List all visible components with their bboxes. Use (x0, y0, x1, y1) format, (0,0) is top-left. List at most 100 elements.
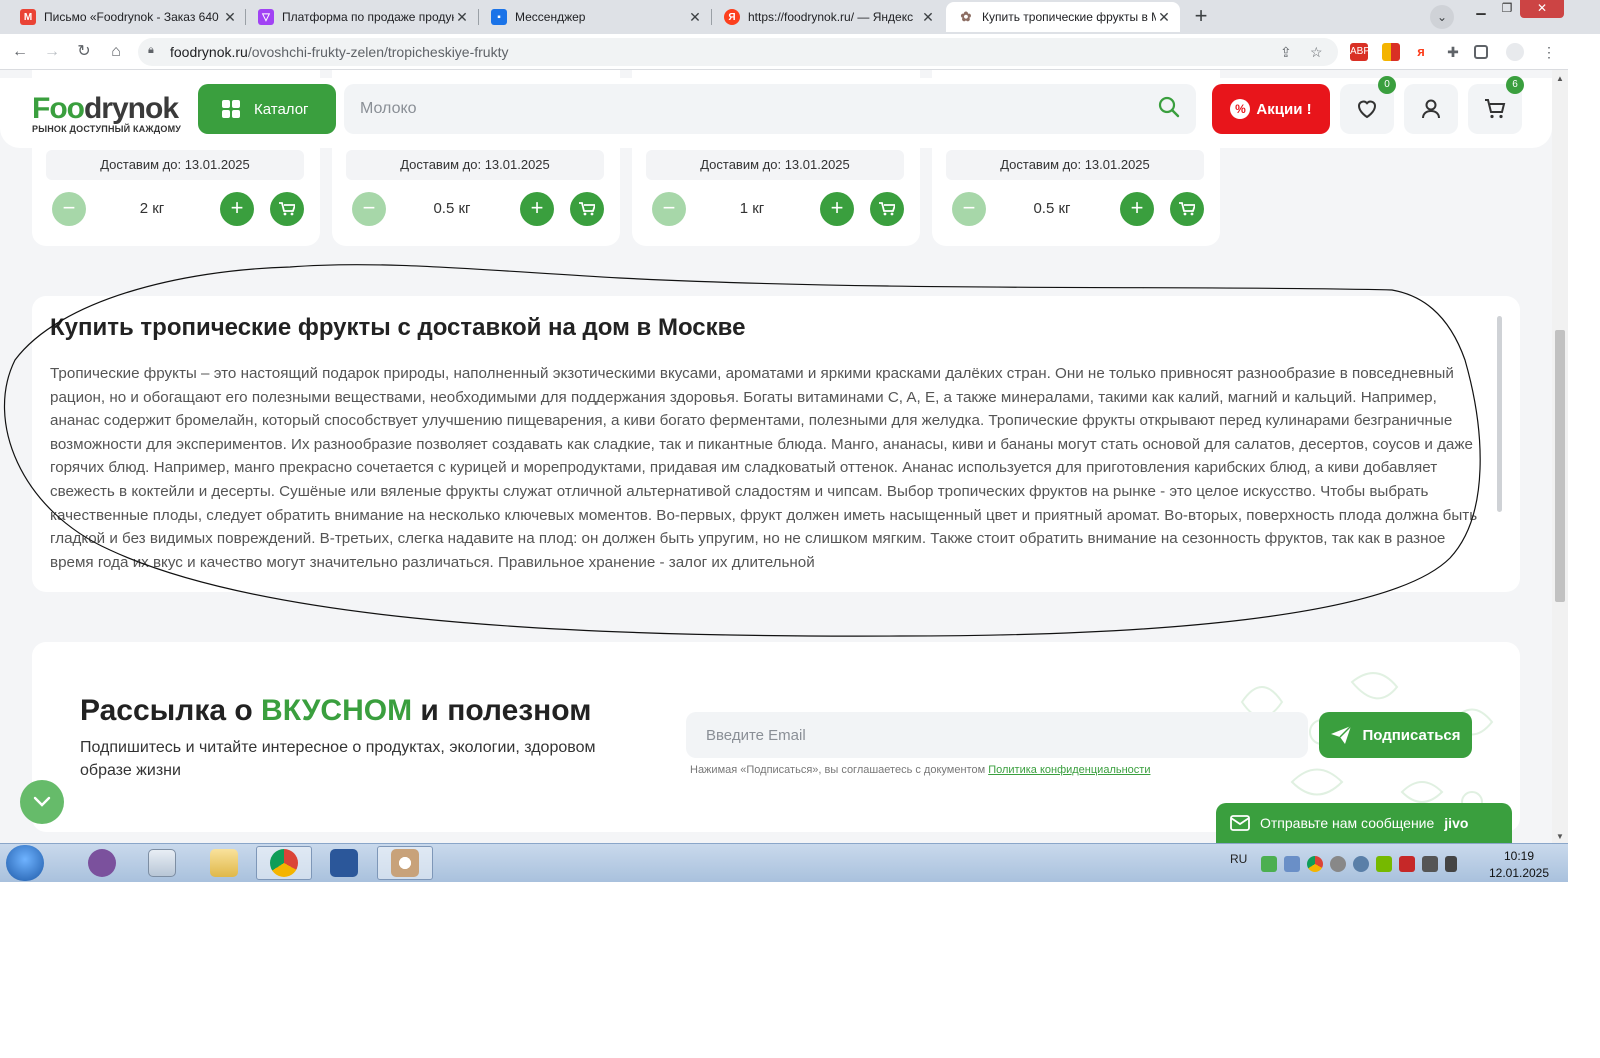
search-input[interactable]: Молоко (344, 84, 1196, 134)
tab-title: Купить тропические фрукты в М (982, 10, 1156, 24)
add-to-cart-button[interactable] (270, 192, 304, 226)
decrease-button[interactable]: − (952, 192, 986, 226)
extension-icon[interactable] (1382, 43, 1400, 61)
chrome-taskbar-icon[interactable] (256, 846, 312, 880)
clock[interactable]: 10:19 12.01.2025 (1484, 848, 1554, 882)
decrease-button[interactable]: − (652, 192, 686, 226)
yandex-extension-icon[interactable]: я (1412, 43, 1430, 61)
viber-taskbar-icon[interactable] (74, 846, 130, 880)
increase-button[interactable]: + (220, 192, 254, 226)
nvidia-icon[interactable] (1376, 855, 1393, 872)
increase-button[interactable]: + (820, 192, 854, 226)
decrease-button[interactable]: − (52, 192, 86, 226)
explorer-taskbar-icon[interactable] (196, 846, 252, 880)
favorites-button[interactable]: 0 (1340, 76, 1396, 134)
network-icon[interactable] (1353, 855, 1370, 872)
catalog-button[interactable]: Каталог (198, 84, 336, 134)
tray-icon[interactable] (1261, 855, 1278, 872)
tab-foodrynok[interactable]: ✿ Купить тропические фрукты в М ✕ (946, 2, 1180, 32)
page-scrollbar[interactable]: ▲ ▼ (1552, 70, 1568, 843)
chrome-tray-icon[interactable] (1307, 855, 1324, 872)
email-field[interactable] (686, 712, 1308, 758)
tab-gmail[interactable]: M Письмо «Foodrynok - Заказ 640 ✕ (8, 2, 246, 32)
add-to-cart-button[interactable] (1170, 192, 1204, 226)
new-tab-button[interactable]: + (1188, 4, 1214, 30)
close-icon[interactable]: ✕ (222, 9, 238, 25)
tray-icon[interactable] (1422, 855, 1439, 872)
newsletter-title: Рассылка о ВКУСНОМ и полезном (80, 694, 591, 728)
cart-icon (1485, 99, 1506, 119)
chat-widget-button[interactable]: Отправьте нам сообщение jivo (1216, 803, 1512, 843)
tray-icon[interactable] (1399, 855, 1416, 872)
back-icon[interactable]: ← (8, 40, 32, 64)
share-icon[interactable]: ⇪ (1280, 44, 1292, 61)
newsletter-title-part: Рассылка о (80, 694, 262, 727)
bookmark-star-icon[interactable]: ☆ (1310, 44, 1323, 61)
privacy-policy-link[interactable]: Политика конфиденциальности (988, 764, 1150, 776)
scroll-down-arrow-icon[interactable]: ▼ (1556, 832, 1564, 841)
cart-badge: 6 (1506, 76, 1524, 94)
scroll-down-button[interactable] (20, 780, 64, 824)
close-icon[interactable]: ✕ (1156, 9, 1172, 25)
quantity-value: 2 кг (139, 200, 165, 217)
start-button[interactable] (6, 845, 44, 881)
close-icon[interactable]: ✕ (687, 9, 703, 25)
seo-scrollbar[interactable] (1497, 316, 1502, 512)
paint-taskbar-icon[interactable] (377, 846, 433, 880)
subscribe-label: Подписаться (1362, 726, 1461, 744)
volume-icon[interactable] (1445, 855, 1458, 872)
cart-icon (1179, 202, 1197, 216)
tab-title: Письмо «Foodrynok - Заказ 640 (44, 10, 219, 24)
sidepanel-icon[interactable] (1474, 45, 1488, 59)
word-taskbar-icon[interactable] (316, 846, 372, 880)
adblock-extension-icon[interactable]: ABP (1350, 43, 1370, 61)
promo-label: Акции ! (1256, 100, 1312, 118)
window-close-button[interactable]: ✕ (1520, 0, 1564, 18)
decrease-button[interactable]: − (352, 192, 386, 226)
language-indicator[interactable]: RU (1230, 852, 1247, 866)
forward-icon[interactable]: → (40, 40, 64, 64)
home-icon[interactable]: ⌂ (104, 40, 128, 64)
scroll-up-arrow-icon[interactable]: ▲ (1556, 74, 1564, 83)
tab-yandex[interactable]: Я https://foodrynok.ru/ — Яндекс ✕ (712, 2, 944, 32)
close-icon[interactable]: ✕ (920, 9, 936, 25)
add-to-cart-button[interactable] (570, 192, 604, 226)
percent-icon: % (1230, 99, 1251, 119)
puzzle-icon[interactable]: ✚ (1444, 43, 1462, 61)
calculator-taskbar-icon[interactable] (134, 846, 190, 880)
tab-platform[interactable]: ▽ Платформа по продаже продук ✕ (246, 2, 478, 32)
minimize-button[interactable]: ▁ (1468, 0, 1494, 18)
account-button[interactable] (1404, 84, 1458, 134)
delivery-date: Доставим до: 13.01.2025 (46, 150, 304, 180)
grid-icon (222, 100, 240, 118)
tab-title: https://foodrynok.ru/ — Яндекс (748, 10, 914, 24)
tab-messenger[interactable]: ▪ Мессенджер ✕ (479, 2, 711, 32)
subscribe-button[interactable]: Подписаться (1319, 712, 1472, 758)
promo-button[interactable]: % Акции ! (1212, 84, 1330, 134)
chat-label: Отправьте нам сообщение (1260, 815, 1435, 831)
site-logo[interactable]: Foodrynok РЫНОК ДОСТУПНЫЙ КАЖДОМУ (32, 92, 181, 134)
search-placeholder: Молоко (360, 100, 417, 117)
search-icon[interactable] (1158, 96, 1180, 118)
browser-tab-bar: M Письмо «Foodrynok - Заказ 640 ✕ ▽ Плат… (0, 0, 1600, 34)
increase-button[interactable]: + (1120, 192, 1154, 226)
tray-icon[interactable] (1284, 855, 1301, 872)
url-host: foodrynok.ru (170, 44, 248, 60)
address-bar[interactable]: 🔒︎ foodrynok.ru/ovoshchi-frukty-zelen/tr… (138, 38, 1338, 66)
increase-button[interactable]: + (520, 192, 554, 226)
newsletter-subtitle: Подпишитесь и читайте интересное о проду… (80, 739, 596, 779)
menu-dots-icon[interactable]: ⋮ (1540, 43, 1558, 61)
logo-f: F (32, 92, 50, 125)
cart-button[interactable]: 6 (1468, 76, 1524, 134)
profile-avatar[interactable] (1506, 43, 1524, 61)
windows-taskbar: RU 10:19 12.01.2025 (0, 843, 1568, 882)
logo-rest: drynok (83, 92, 179, 125)
tab-search-icon[interactable]: ⌄ (1430, 5, 1454, 29)
restore-button[interactable]: ❐ (1494, 0, 1520, 18)
quantity-value: 0.5 кг (433, 200, 471, 217)
scrollbar-thumb[interactable] (1555, 330, 1565, 602)
tray-icon[interactable] (1330, 855, 1347, 872)
add-to-cart-button[interactable] (870, 192, 904, 226)
reload-icon[interactable]: ↻ (72, 40, 96, 64)
close-icon[interactable]: ✕ (454, 9, 470, 25)
